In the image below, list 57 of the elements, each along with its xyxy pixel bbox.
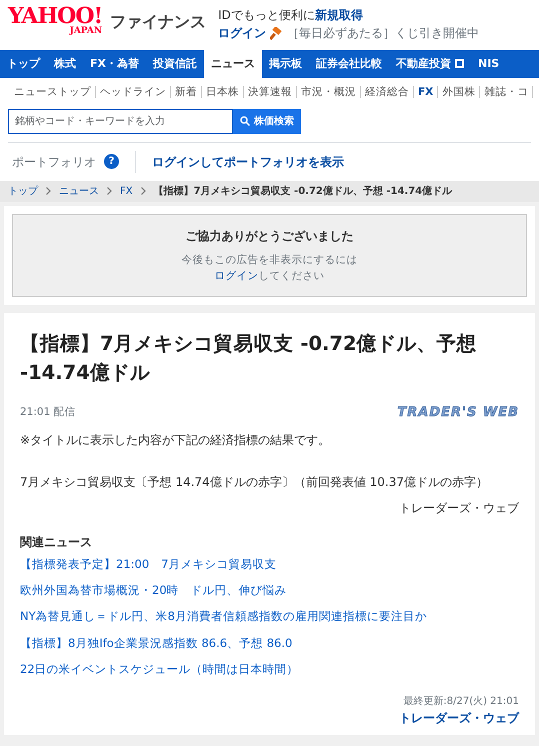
help-icon[interactable]: ? <box>104 154 119 170</box>
subnav-link[interactable]: 市況・概況 <box>297 86 361 98</box>
brand-name[interactable]: ファイナンス <box>110 10 206 34</box>
subnav-link[interactable]: 新着 <box>171 86 202 98</box>
subnav-link[interactable]: 決算速報 <box>244 86 297 98</box>
nav-tab[interactable]: 証券会社比較 <box>309 50 389 78</box>
nav-tab[interactable]: ニュース <box>204 50 262 78</box>
related-news-link[interactable]: 欧州外国為替市場概況・20時 ドル円、伸び悩み <box>20 582 287 600</box>
promo-text: IDでもっと便利に <box>218 7 315 24</box>
portfolio-label: ポートフォリオ <box>11 154 96 171</box>
chevron-icon <box>107 187 112 196</box>
ad-notice-text: してください <box>258 268 324 284</box>
login-link[interactable]: ログイン <box>218 24 266 42</box>
nav-tab[interactable]: 不動産投資 <box>389 50 471 78</box>
breadcrumb-current: 【指標】7月メキシコ貿易収支 -0.72億ドル、予想 -14.74億ドル <box>154 184 452 199</box>
signup-link[interactable]: 新規取得 <box>314 6 363 24</box>
related-news-link[interactable]: 22日の米イベントスケジュール（時間は日本時間） <box>20 660 299 678</box>
provider-link[interactable]: トレーダーズ・ウェブ <box>399 709 519 727</box>
related-heading: 関連ニュース <box>20 534 93 551</box>
logo-subtitle: JAPAN <box>70 26 102 36</box>
nav-tab[interactable]: 投資信託 <box>146 50 204 78</box>
chevron-icon <box>140 187 146 196</box>
breadcrumb-link[interactable]: FX <box>120 184 133 199</box>
nav-tab[interactable]: 掲示板 <box>262 50 309 78</box>
portfolio-login-link[interactable]: ログインしてポートフォリオを表示 <box>152 152 344 171</box>
chevron-icon <box>46 187 51 196</box>
related-news-link[interactable]: NY為替見通し＝ドル円、米8月消費者信頼感指数の雇用関連指標に要注目か <box>20 608 427 626</box>
lottery-text[interactable]: ［毎日必ずあたる］くじ引き開催中 <box>287 24 480 42</box>
login-link[interactable]: ログイン <box>214 268 258 284</box>
nav-tab[interactable]: FX・為替 <box>83 50 146 78</box>
related-news-link[interactable]: 【指標】8月独Ifo企業景況感指数 86.6、予想 86.0 <box>20 634 292 652</box>
publish-time: 21:01 配信 <box>20 405 76 420</box>
nav-tab[interactable]: トップ <box>0 50 47 78</box>
search-field[interactable]: 銘柄やコード・キーワードを入力 <box>8 108 233 134</box>
subnav-link[interactable]: ニューストップ <box>10 86 96 98</box>
subnav-link[interactable]: FX <box>414 86 438 98</box>
article-detail: 7月メキシコ貿易収支〔予想 14.74億ドルの赤字〕（前回発表値 10.37億ドルの赤字） <box>20 474 489 491</box>
ad-notice-text: 今後もこの広告を非表示にするには <box>182 252 358 268</box>
article-signature: トレーダーズ・ウェブ <box>399 500 519 517</box>
last-updated: 最終更新:8/27(火) 21:01 <box>403 694 519 709</box>
subnav-link[interactable]: 外国株 <box>438 86 480 98</box>
search-button[interactable]: 株価検索 <box>233 108 301 134</box>
nav-tab[interactable]: 株式 <box>47 50 83 78</box>
subnav-link[interactable]: 経済総合 <box>361 86 414 98</box>
article-title: 【指標】7月メキシコ貿易収支 -0.72億ドル、予想 -14.74億ドル <box>20 331 478 386</box>
subnav-link[interactable]: 雑誌・コ <box>480 86 534 98</box>
related-news-link[interactable]: 【指標発表予定】21:00 7月メキシコ貿易収支 <box>20 556 276 573</box>
ad-notice-title: ご協力ありがとうございました <box>186 228 354 245</box>
search-icon <box>240 116 250 126</box>
hammer-icon <box>270 26 284 40</box>
article-note: ※タイトルに表示した内容が下記の経済指標の結果です。 <box>20 432 332 449</box>
subnav-link[interactable]: ヘッドライン <box>96 86 171 98</box>
nav-tab[interactable]: NIS <box>471 50 506 78</box>
breadcrumb-link[interactable]: ニュース <box>59 184 99 199</box>
subnav-link[interactable]: 日本株 <box>202 86 244 98</box>
breadcrumb-link[interactable]: トップ <box>8 184 38 199</box>
logo[interactable]: YAHOO! <box>8 6 102 26</box>
